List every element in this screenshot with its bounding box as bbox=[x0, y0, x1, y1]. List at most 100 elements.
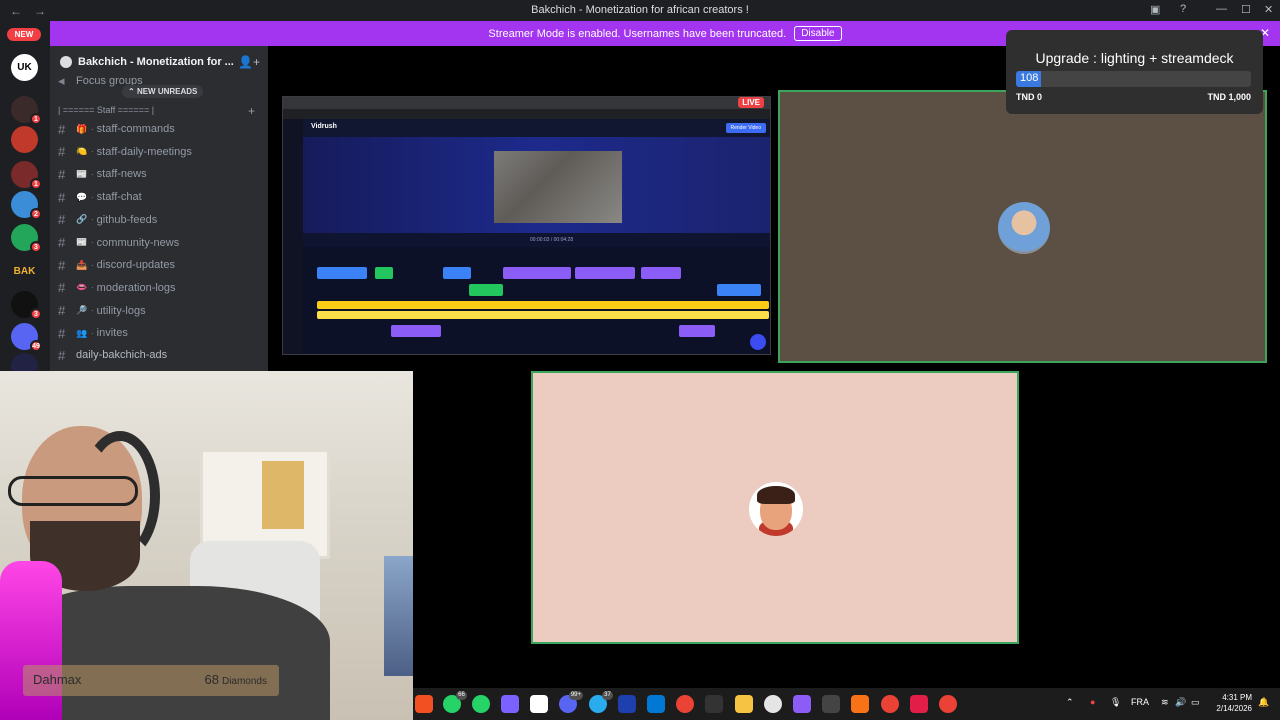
shared-tab bbox=[415, 98, 459, 108]
microphone bbox=[0, 561, 62, 720]
recording-icon[interactable]: ● bbox=[1090, 697, 1095, 707]
sidebar-item-staff-chat[interactable]: # 💬 · staff-chat bbox=[58, 188, 142, 206]
hash-icon: # bbox=[58, 303, 66, 319]
shared-tab bbox=[283, 98, 327, 108]
separator-dot: · bbox=[91, 192, 94, 202]
sidebar-item-daily-bakchich-ads[interactable]: # daily-bakchich-ads bbox=[58, 346, 167, 364]
hash-icon: # bbox=[58, 189, 66, 205]
channel-emoji: 🔗 bbox=[76, 214, 88, 225]
shared-tab bbox=[327, 98, 371, 108]
webcam-feed: Dahmax 68 Diamonds bbox=[0, 371, 413, 720]
new-unreads-pill[interactable]: NEW bbox=[7, 28, 41, 41]
app-a-icon[interactable] bbox=[822, 695, 840, 713]
category-staff[interactable]: | ====== Staff ====== | bbox=[58, 103, 154, 117]
channel-emoji: 📰 bbox=[76, 237, 88, 247]
app-spark-icon[interactable] bbox=[851, 695, 869, 713]
inbox-icon[interactable]: ▣ bbox=[1150, 3, 1160, 16]
notification-bell-icon[interactable]: 🔔 bbox=[1258, 697, 1269, 708]
server-icon[interactable]: BAK bbox=[11, 258, 38, 285]
vscode-icon[interactable] bbox=[647, 695, 665, 713]
app-eight-icon[interactable] bbox=[910, 695, 928, 713]
bitwarden-icon[interactable] bbox=[618, 695, 636, 713]
timeline-clip bbox=[575, 267, 635, 279]
copilot-icon[interactable] bbox=[415, 695, 433, 713]
hash-icon: # bbox=[58, 212, 66, 228]
create-channel-icon[interactable]: + bbox=[248, 104, 255, 118]
server-mention-badge: 2 bbox=[30, 208, 42, 220]
background-clothes bbox=[384, 556, 413, 676]
shared-browser-tabs bbox=[283, 97, 770, 109]
donation-amount: 68 Diamonds bbox=[205, 672, 268, 687]
microphone-icon[interactable]: 🎙 bbox=[1110, 697, 1121, 708]
whatsapp-icon[interactable]: 66 bbox=[443, 691, 467, 713]
clock-time[interactable]: 4:31 PM bbox=[1222, 693, 1252, 702]
app-flame-icon[interactable] bbox=[793, 695, 811, 713]
sidebar-item-discord-updates[interactable]: # 📥 · discord-updates bbox=[58, 256, 175, 274]
sidebar-item-utility-logs[interactable]: # 🔎 · utility-logs bbox=[58, 302, 146, 320]
disable-streamer-mode-button[interactable]: Disable bbox=[794, 26, 842, 41]
shared-timecode: 00:00:03 / 00:04:28 bbox=[530, 237, 574, 243]
sidebar-item-staff-commands[interactable]: # 🎁 · staff-commands bbox=[58, 120, 175, 138]
app-star-icon[interactable] bbox=[501, 695, 519, 713]
sidebar-item-staff-daily-meetings[interactable]: # 🍋 · staff-daily-meetings bbox=[58, 143, 192, 161]
timeline-clip bbox=[503, 267, 571, 279]
server-icon[interactable]: UK bbox=[11, 54, 38, 81]
shared-tab bbox=[547, 98, 591, 108]
new-unreads-pill[interactable]: ⌃ NEW UNREADS bbox=[122, 85, 204, 98]
hash-icon: # bbox=[58, 235, 66, 250]
notion-icon[interactable] bbox=[530, 695, 548, 713]
participant-tile[interactable] bbox=[778, 90, 1267, 363]
timeline-clip bbox=[469, 284, 503, 296]
wifi-icon[interactable]: ≋ bbox=[1161, 697, 1169, 708]
sidebar-item-staff-news[interactable]: # 📰 · staff-news bbox=[58, 165, 147, 183]
chrome-profile-icon[interactable] bbox=[881, 695, 899, 713]
sidebar-item-label: utility-logs bbox=[96, 304, 146, 317]
sidebar-item-community-news[interactable]: # 📰 · community-news bbox=[58, 234, 179, 252]
sidebar-item-label: staff-daily-meetings bbox=[96, 145, 192, 158]
sidebar-item-label: staff-chat bbox=[96, 191, 142, 204]
chevron-up-icon[interactable]: ⌃ bbox=[1066, 697, 1074, 708]
sidebar-item-moderation-logs[interactable]: # 👄 · moderation-logs bbox=[58, 279, 176, 297]
discord-icon[interactable]: 99+ bbox=[559, 691, 583, 713]
help-icon[interactable]: ? bbox=[1180, 3, 1186, 15]
window-title: Bakchich - Monetization for african crea… bbox=[531, 4, 749, 16]
upgrade-goal-widget: Upgrade : lighting + streamdeck 108 TND … bbox=[1006, 30, 1263, 114]
sidebar-item-invites[interactable]: # 👥 · invites bbox=[58, 324, 128, 342]
category-label: | ====== Staff ====== | bbox=[58, 105, 155, 115]
language-indicator[interactable]: FRA bbox=[1131, 697, 1149, 707]
timeline-audio-track bbox=[317, 301, 769, 309]
participant-tile[interactable] bbox=[531, 371, 1019, 644]
file-explorer-icon[interactable] bbox=[735, 695, 753, 713]
terminal-icon[interactable] bbox=[705, 695, 723, 713]
telegram-icon[interactable]: 37 bbox=[589, 691, 613, 713]
participant-avatar bbox=[998, 202, 1050, 254]
maximize-button[interactable]: ☐ bbox=[1241, 3, 1251, 16]
separator-dot: · bbox=[91, 124, 94, 134]
add-member-icon[interactable]: 👤+ bbox=[238, 55, 260, 69]
guild-name: Bakchich - Monetization for ... bbox=[78, 56, 234, 68]
timeline-clip bbox=[443, 267, 471, 279]
volume-icon[interactable]: 🔊 bbox=[1175, 697, 1186, 708]
guild-icon bbox=[60, 56, 72, 68]
hash-icon: # bbox=[58, 121, 66, 137]
banner-text: Streamer Mode is enabled. Usernames have… bbox=[488, 27, 787, 40]
server-icon[interactable] bbox=[11, 126, 38, 153]
battery-icon[interactable]: ▭ bbox=[1191, 697, 1200, 708]
goal-max-label: TND 1,000 bbox=[1207, 92, 1251, 102]
screenshare-tile[interactable]: LIVE Vidrush Render Video 00:00:03 / 00:… bbox=[282, 96, 771, 355]
sidebar-item-github-feeds[interactable]: # 🔗 · github-feeds bbox=[58, 211, 157, 229]
separator-dot: · bbox=[91, 260, 94, 270]
channel-emoji: 👥 bbox=[76, 327, 88, 338]
sidebar-item-label: community-news bbox=[96, 236, 180, 249]
obs-icon[interactable] bbox=[764, 695, 782, 713]
chrome-icon[interactable] bbox=[676, 695, 694, 713]
background-blinds bbox=[262, 461, 304, 529]
close-window-button[interactable]: ✕ bbox=[1264, 3, 1273, 16]
separator-dot: · bbox=[91, 328, 94, 338]
whatsapp-business-icon[interactable] bbox=[472, 695, 490, 713]
chrome-profile-icon[interactable] bbox=[939, 695, 957, 713]
discord-badge: 99+ bbox=[568, 691, 583, 700]
clock-date[interactable]: 2/14/2026 bbox=[1214, 704, 1252, 713]
speaker-icon: ◂ bbox=[58, 73, 65, 88]
minimize-button[interactable]: — bbox=[1216, 3, 1227, 15]
